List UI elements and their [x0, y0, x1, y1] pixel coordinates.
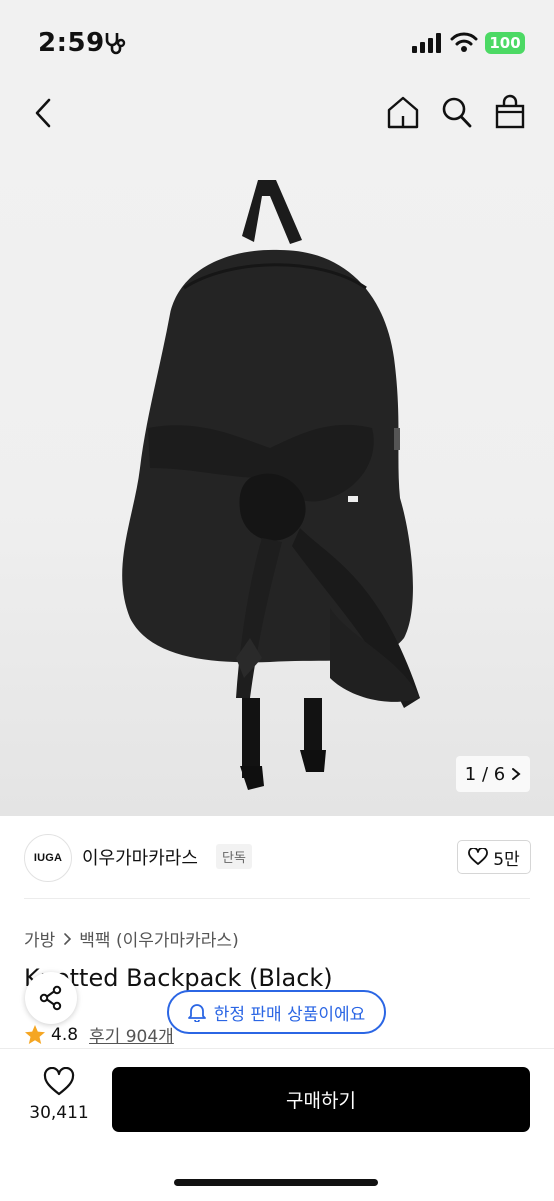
home-icon[interactable] [386, 94, 420, 130]
product-image-gallery[interactable]: 1 / 6 [0, 138, 554, 816]
status-time: 2:59 [38, 28, 105, 58]
heart-outline-icon [468, 848, 489, 865]
status-bar: 2:59 100 [0, 0, 554, 88]
chevron-right-icon[interactable] [511, 767, 521, 781]
back-icon[interactable] [30, 96, 56, 130]
share-icon [39, 985, 62, 1011]
brand-like-button[interactable]: 5만 [457, 840, 531, 874]
cellular-signal-icon [412, 33, 441, 53]
brand-like-count: 5만 [493, 849, 520, 870]
brand-row[interactable]: IUGA 이우가마카라스 단독 5만 [0, 826, 554, 888]
divider [24, 898, 530, 899]
wishlist-button[interactable]: 30,411 [24, 1066, 94, 1123]
backpack-product-image [122, 180, 420, 790]
search-icon[interactable] [440, 94, 474, 130]
rating-value: 4.8 [51, 1024, 79, 1045]
image-counter: 1 / 6 [456, 756, 530, 792]
share-button[interactable] [25, 972, 77, 1024]
battery-indicator: 100 [485, 32, 525, 54]
image-counter-text: 1 / 6 [464, 763, 506, 785]
limited-sale-notice[interactable]: 한정 판매 상품이에요 [167, 990, 386, 1034]
wishlist-count: 30,411 [29, 1103, 89, 1123]
brand-name[interactable]: 이우가마카라스 [82, 844, 198, 870]
chevron-right-icon [64, 932, 72, 945]
wifi-icon [450, 32, 478, 52]
breadcrumb: 가방 백팩 (이우가마카라스) [24, 926, 239, 951]
brand-logo[interactable]: IUGA [24, 834, 72, 882]
top-nav-bar [0, 88, 554, 138]
stethoscope-icon [105, 33, 126, 55]
home-indicator [174, 1179, 378, 1186]
limited-sale-text: 한정 판매 상품이에요 [213, 1004, 366, 1025]
exclusive-badge: 단독 [216, 844, 252, 869]
breadcrumb-item-backpack[interactable]: 백팩 (이우가마카라스) [79, 926, 238, 951]
bell-icon [187, 1004, 206, 1022]
review-count-link[interactable]: 후기 904개 [89, 1022, 174, 1047]
star-icon [25, 1024, 45, 1044]
shopping-bag-icon[interactable] [494, 94, 526, 130]
buy-button[interactable]: 구매하기 [112, 1067, 530, 1132]
rating-row: 4.8 후기 904개 [24, 1022, 174, 1047]
brand-logo-text: IUGA [33, 852, 63, 864]
heart-outline-icon [43, 1066, 75, 1096]
breadcrumb-item-bags[interactable]: 가방 [24, 926, 55, 951]
